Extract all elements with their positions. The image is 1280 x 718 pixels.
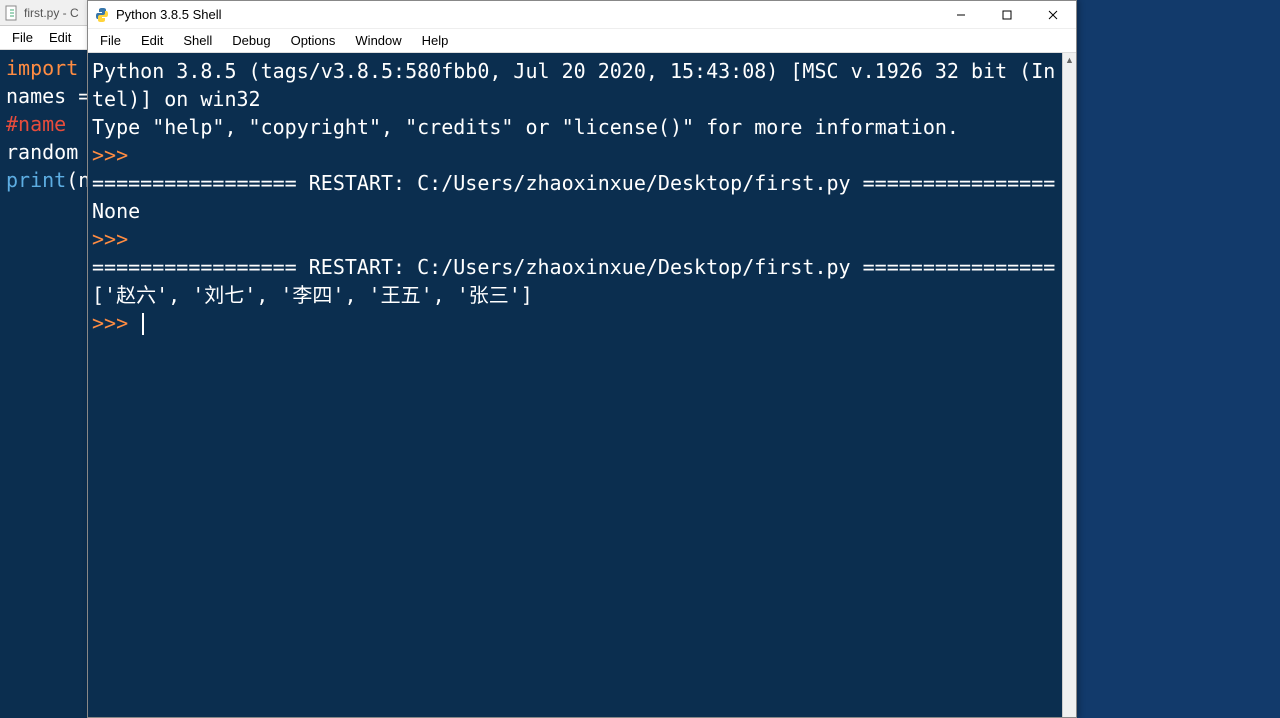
shell-scrollbar[interactable]: ▲	[1062, 53, 1076, 717]
scrollbar-up-arrow[interactable]: ▲	[1063, 55, 1076, 65]
shell-line: Type "help", "copyright", "credits" or "…	[92, 113, 1058, 141]
shell-line: >>>	[92, 309, 1058, 337]
window-controls	[938, 1, 1076, 28]
maximize-button[interactable]	[984, 1, 1030, 28]
shell-menu-file[interactable]: File	[90, 31, 131, 50]
shell-menu-window[interactable]: Window	[345, 31, 411, 50]
shell-line: ['赵六', '刘七', '李四', '王五', '张三']	[92, 281, 1058, 309]
python-shell-icon	[94, 7, 110, 23]
editor-menu-file[interactable]: File	[4, 28, 41, 47]
editor-menu-edit[interactable]: Edit	[41, 28, 79, 47]
shell-output-area[interactable]: Python 3.8.5 (tags/v3.8.5:580fbb0, Jul 2…	[88, 53, 1062, 717]
shell-line: None	[92, 197, 1058, 225]
minimize-button[interactable]	[938, 1, 984, 28]
shell-menu-edit[interactable]: Edit	[131, 31, 173, 50]
shell-titlebar[interactable]: Python 3.8.5 Shell	[88, 1, 1076, 29]
text-cursor	[142, 313, 144, 335]
shell-menu-options[interactable]: Options	[281, 31, 346, 50]
shell-line: >>>	[92, 225, 1058, 253]
shell-menu-debug[interactable]: Debug	[222, 31, 280, 50]
shell-title-text: Python 3.8.5 Shell	[116, 7, 222, 22]
python-file-icon	[4, 5, 20, 21]
shell-menu-help[interactable]: Help	[412, 31, 459, 50]
shell-line: >>>	[92, 141, 1058, 169]
shell-window: Python 3.8.5 Shell File Edit Shell Debug…	[87, 0, 1077, 718]
editor-title-text: first.py - C	[24, 6, 79, 20]
shell-line: ================= RESTART: C:/Users/zhao…	[92, 253, 1058, 281]
close-button[interactable]	[1030, 1, 1076, 28]
shell-line: Python 3.8.5 (tags/v3.8.5:580fbb0, Jul 2…	[92, 57, 1058, 113]
shell-line: ================= RESTART: C:/Users/zhao…	[92, 169, 1058, 197]
desktop-background	[1076, 0, 1280, 718]
shell-menubar: File Edit Shell Debug Options Window Hel…	[88, 29, 1076, 53]
shell-menu-shell[interactable]: Shell	[173, 31, 222, 50]
